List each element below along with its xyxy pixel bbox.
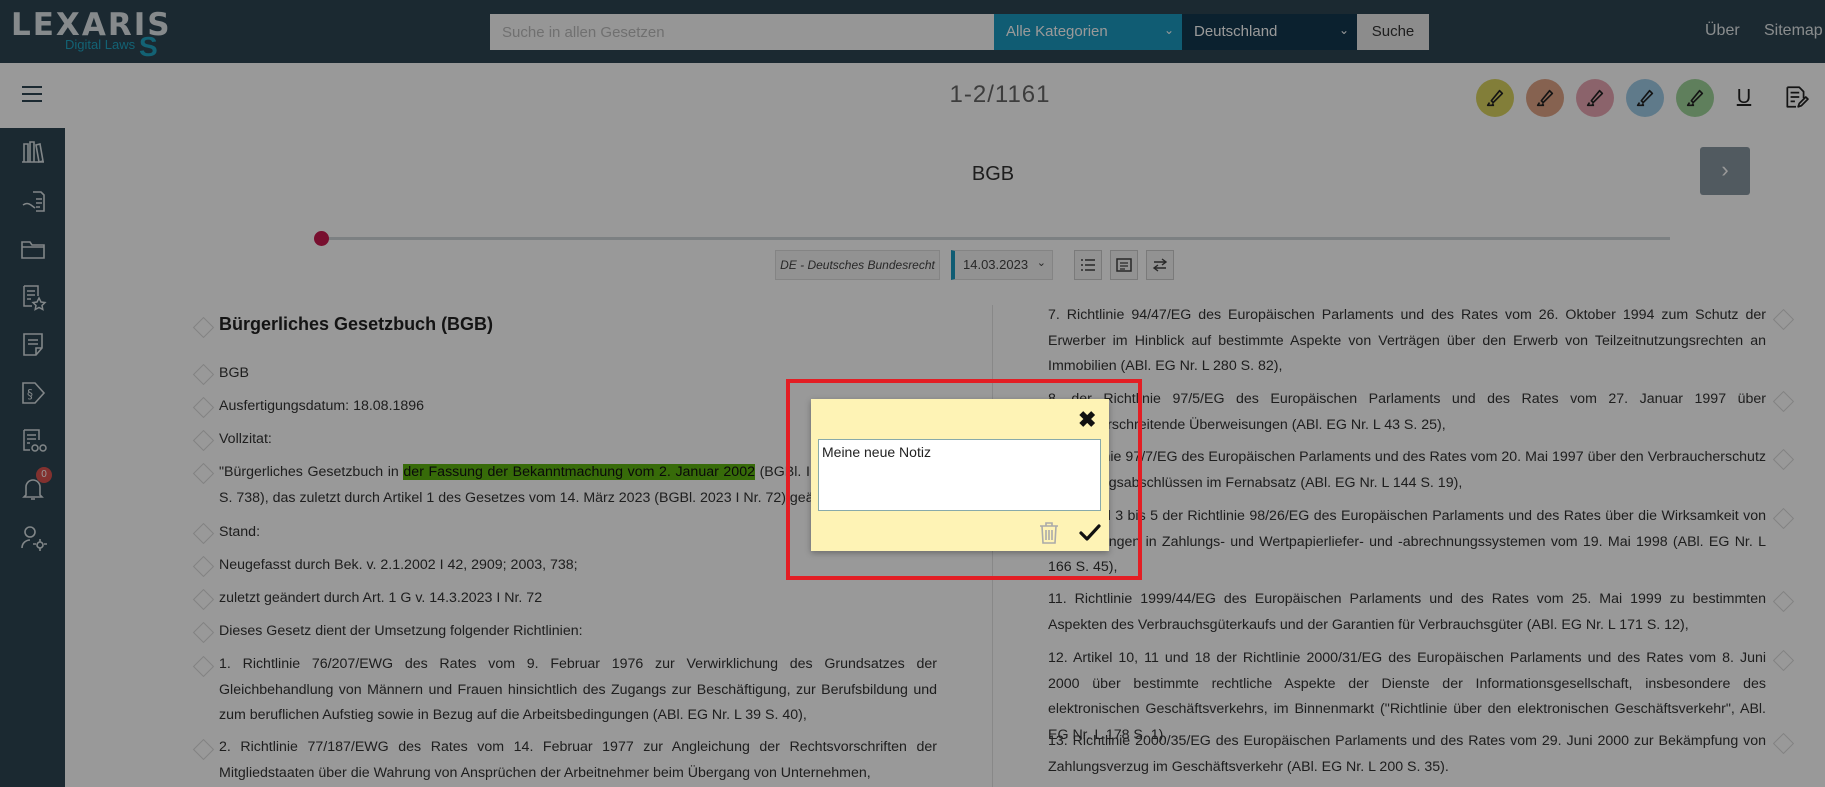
close-icon[interactable]: ✖ [1078, 407, 1096, 433]
note-popup: ✖ Meine neue Notiz [811, 399, 1109, 551]
trash-icon[interactable] [1038, 521, 1060, 545]
note-textarea[interactable]: Meine neue Notiz [818, 439, 1101, 511]
checkmark-icon[interactable] [1078, 521, 1102, 545]
